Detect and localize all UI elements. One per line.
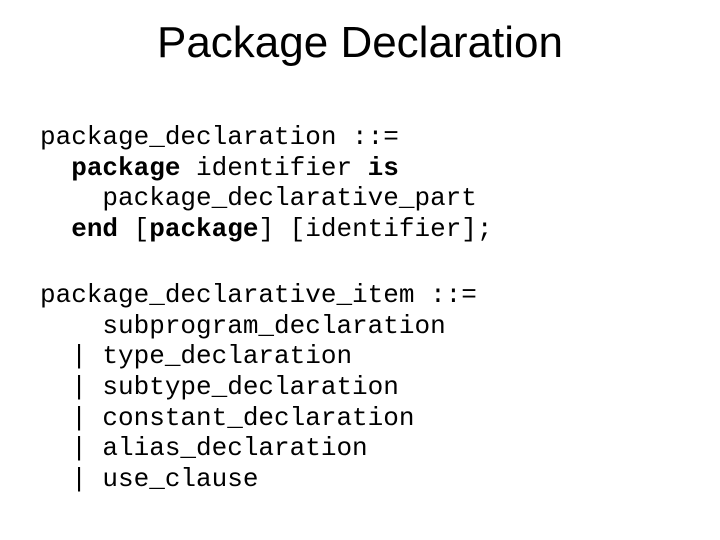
grammar-line: subprogram_declaration <box>40 311 446 341</box>
grammar-line: | use_clause <box>40 464 258 494</box>
grammar-block-package-declaration: package_declaration ::= package identifi… <box>40 122 493 245</box>
grammar-block-declarative-item: package_declarative_item ::= subprogram_… <box>40 280 477 495</box>
slide-title: Package Declaration <box>0 18 720 68</box>
grammar-text: ] [identifier]; <box>258 214 492 244</box>
grammar-text: identifier <box>180 153 367 183</box>
keyword-is: is <box>368 153 399 183</box>
keyword-end: end <box>71 214 118 244</box>
grammar-line: package_declarative_item ::= <box>40 280 477 310</box>
grammar-line: | alias_declaration <box>40 433 368 463</box>
grammar-indent <box>40 214 71 244</box>
grammar-line: package_declaration ::= <box>40 122 399 152</box>
grammar-line: | constant_declaration <box>40 403 414 433</box>
grammar-indent <box>40 153 71 183</box>
grammar-line: | subtype_declaration <box>40 372 399 402</box>
keyword-package: package <box>149 214 258 244</box>
grammar-text: [ <box>118 214 149 244</box>
grammar-line: package_declarative_part <box>40 183 477 213</box>
grammar-line: | type_declaration <box>40 341 352 371</box>
keyword-package: package <box>71 153 180 183</box>
slide: Package Declaration package_declaration … <box>0 0 720 540</box>
